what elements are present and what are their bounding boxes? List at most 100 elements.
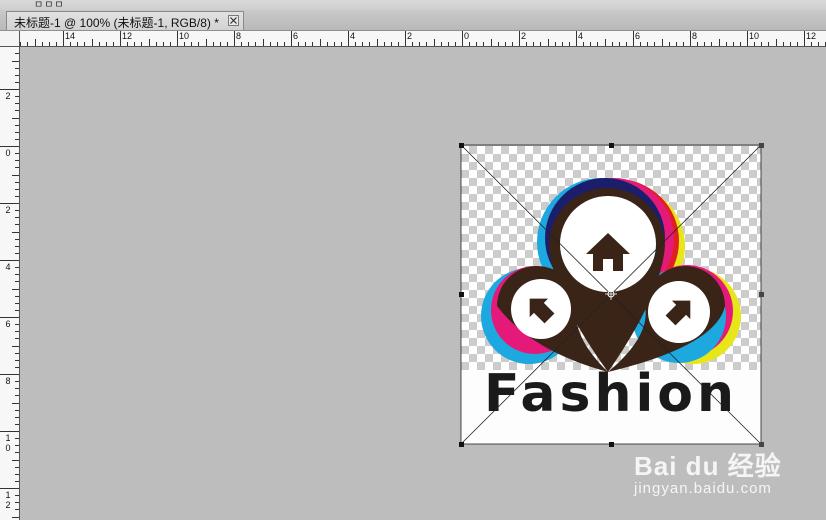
ruler-minor-tick xyxy=(434,39,435,46)
ruler-minor-tick xyxy=(711,42,712,46)
ruler-minor-tick xyxy=(676,42,677,46)
document-tab-bar: 未标题-1 @ 100% (未标题-1, RGB/8) * xyxy=(0,10,826,31)
ruler-minor-tick xyxy=(184,42,185,46)
ruler-minor-tick xyxy=(15,438,19,439)
ruler-minor-tick xyxy=(15,182,19,183)
ruler-minor-tick xyxy=(15,467,19,468)
ruler-minor-tick xyxy=(15,360,19,361)
ruler-left-label: 0 xyxy=(5,443,11,453)
ruler-minor-tick xyxy=(12,403,19,404)
ruler-minor-tick xyxy=(426,42,427,46)
ruler-major-tick xyxy=(120,31,121,46)
ruler-minor-tick xyxy=(384,42,385,46)
ruler-minor-tick xyxy=(369,42,370,46)
ruler-major-tick xyxy=(0,488,19,489)
ruler-minor-tick xyxy=(15,474,19,475)
ruler-left-label: 6 xyxy=(5,319,11,329)
transform-bounding-box[interactable] xyxy=(458,142,766,448)
ruler-minor-tick xyxy=(213,42,214,46)
ruler-minor-tick xyxy=(697,42,698,46)
ruler-minor-tick xyxy=(113,42,114,46)
document-tab-title: 未标题-1 @ 100% (未标题-1, RGB/8) * xyxy=(14,16,219,30)
ruler-minor-tick xyxy=(284,42,285,46)
ruler-left-label: 1 xyxy=(5,490,11,500)
ruler-minor-tick xyxy=(141,42,142,46)
close-icon[interactable] xyxy=(228,15,239,26)
ruler-minor-tick xyxy=(263,39,264,46)
vertical-ruler[interactable]: 2024681012 xyxy=(0,47,20,520)
baidu-watermark: Bai du 经验 jingyan.baidu.com xyxy=(630,438,820,500)
ruler-minor-tick xyxy=(626,42,627,46)
ruler-minor-tick xyxy=(15,110,19,111)
ruler-major-tick xyxy=(0,374,19,375)
ruler-minor-tick xyxy=(149,39,150,46)
ruler-minor-tick xyxy=(590,42,591,46)
ruler-origin-corner[interactable] xyxy=(0,31,20,47)
ruler-minor-tick xyxy=(15,296,19,297)
ruler-minor-tick xyxy=(99,42,100,46)
ruler-minor-tick xyxy=(15,224,19,225)
ruler-minor-tick xyxy=(334,42,335,46)
ruler-top-label: 4 xyxy=(350,31,356,41)
ruler-minor-tick xyxy=(583,42,584,46)
ruler-minor-tick xyxy=(15,388,19,389)
ruler-minor-tick xyxy=(377,39,378,46)
ruler-minor-tick xyxy=(12,517,19,518)
ruler-minor-tick xyxy=(27,42,28,46)
ruler-minor-tick xyxy=(163,42,164,46)
ruler-minor-tick xyxy=(298,42,299,46)
ruler-top-label: 8 xyxy=(236,31,242,41)
ruler-minor-tick xyxy=(562,42,563,46)
ruler-minor-tick xyxy=(704,42,705,46)
ruler-minor-tick xyxy=(134,42,135,46)
ruler-minor-tick xyxy=(797,42,798,46)
ruler-minor-tick xyxy=(255,42,256,46)
transform-handle-sw xyxy=(459,442,464,447)
ruler-minor-tick xyxy=(355,42,356,46)
watermark-brand: Bai du 经验 xyxy=(634,451,782,481)
ruler-major-tick xyxy=(0,260,19,261)
ruler-minor-tick xyxy=(412,42,413,46)
ruler-minor-tick xyxy=(15,353,19,354)
ruler-minor-tick xyxy=(15,424,19,425)
ruler-minor-tick xyxy=(15,239,19,240)
ruler-minor-tick xyxy=(15,189,19,190)
ruler-minor-tick xyxy=(191,42,192,46)
ruler-major-tick xyxy=(576,31,577,46)
ruler-minor-tick xyxy=(498,42,499,46)
ruler-minor-tick xyxy=(505,42,506,46)
ruler-minor-tick xyxy=(15,417,19,418)
ruler-minor-tick xyxy=(476,42,477,46)
ruler-left-label: 0 xyxy=(5,148,11,158)
ruler-minor-tick xyxy=(15,331,19,332)
ruler-minor-tick xyxy=(469,42,470,46)
ruler-minor-tick xyxy=(597,42,598,46)
ruler-minor-tick xyxy=(441,42,442,46)
ruler-major-tick xyxy=(0,317,19,318)
ruler-minor-tick xyxy=(312,42,313,46)
ruler-minor-tick xyxy=(491,39,492,46)
ruler-major-tick xyxy=(0,89,19,90)
ruler-minor-tick xyxy=(270,42,271,46)
horizontal-ruler[interactable]: 14 12 10 8 6 4 2 0 2 4 6 8 10 12 xyxy=(20,31,826,47)
ruler-minor-tick xyxy=(106,42,107,46)
ruler-minor-tick xyxy=(15,210,19,211)
ruler-minor-tick xyxy=(15,96,19,97)
ruler-minor-tick xyxy=(15,75,19,76)
ruler-minor-tick xyxy=(548,39,549,46)
document-tab[interactable]: 未标题-1 @ 100% (未标题-1, RGB/8) * xyxy=(6,11,244,30)
ruler-minor-tick xyxy=(15,132,19,133)
ruler-minor-tick xyxy=(327,42,328,46)
ruler-left-label: 2 xyxy=(5,500,11,510)
ruler-left-label: 1 xyxy=(5,433,11,443)
ruler-top-label: 2 xyxy=(521,31,527,41)
ruler-minor-tick xyxy=(12,232,19,233)
ruler-minor-tick xyxy=(811,42,812,46)
ruler-minor-tick xyxy=(15,217,19,218)
ruler-minor-tick xyxy=(84,42,85,46)
ruler-minor-tick xyxy=(719,39,720,46)
watermark-url: jingyan.baidu.com xyxy=(634,480,772,497)
ruler-major-tick xyxy=(0,431,19,432)
ruler-minor-tick xyxy=(398,42,399,46)
ruler-major-tick xyxy=(804,31,805,46)
